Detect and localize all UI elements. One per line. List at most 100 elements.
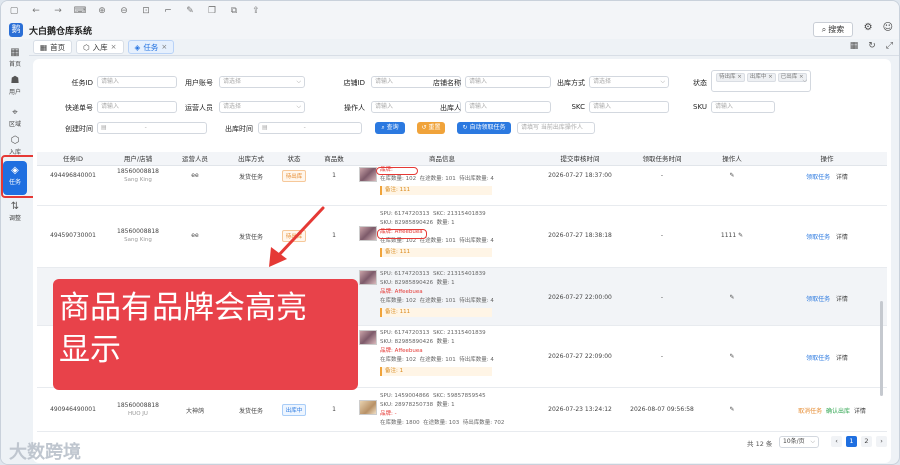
edit-icon[interactable]: ✎ [729, 353, 734, 360]
product-info: SPU: 6174720313 SKC: 21315401839 SKU: 82… [380, 271, 494, 317]
detail-link[interactable]: 详情 [836, 234, 848, 241]
next-page-button[interactable]: › [876, 436, 887, 447]
claim-task-link[interactable]: 领取任务 [806, 355, 830, 362]
cube-icon: ◈ [134, 42, 141, 52]
claim-task-link[interactable]: 领取任务 [806, 296, 830, 303]
reset-button[interactable]: ↺ 重置 [417, 122, 445, 134]
tab-home[interactable]: ▦ 首页 [33, 40, 73, 54]
table-scrollbar[interactable] [880, 301, 883, 396]
zoom-in-icon[interactable]: ⊕ [95, 6, 109, 16]
crop-icon[interactable]: ⌐ [161, 6, 175, 16]
product-image[interactable] [359, 226, 377, 241]
search-button[interactable]: ⌕ 搜索 [813, 22, 853, 37]
watermark: 大数跨境 [9, 442, 81, 463]
sidebar-item-adjust[interactable]: ⇅ 调整 [1, 201, 29, 225]
edit-icon[interactable]: ✎ [738, 232, 743, 239]
user-store: 18560008818 Sang King [117, 168, 159, 183]
product-image[interactable] [359, 270, 377, 285]
item-count: 1 [332, 406, 336, 413]
col-count: 商品数 [324, 155, 344, 163]
user-store: 18560008818 HUO JU [117, 402, 159, 417]
zoom-out-icon[interactable]: ⊖ [117, 6, 131, 16]
claim-task-link[interactable]: 领取任务 [806, 234, 830, 241]
operator-cell: ✎ [707, 172, 757, 179]
status-badge: 待出库 [273, 170, 315, 182]
action-links: 领取任务 详情 [777, 294, 877, 303]
brand-highlight-box [377, 229, 427, 239]
claim-task-link[interactable]: 领取任务 [806, 174, 830, 181]
sidebar-item-area[interactable]: ⌖ 区域 [1, 107, 29, 131]
confirm-outbound-link[interactable]: 确认出库 [826, 408, 850, 415]
cancel-task-link[interactable]: 取消任务 [798, 408, 822, 415]
method: 发货任务 [238, 408, 263, 415]
gear-icon[interactable]: ⚙ [864, 22, 873, 33]
share-icon[interactable]: ⇪ [249, 6, 263, 16]
tab-inbound[interactable]: ⬡ 入库 × [76, 40, 124, 54]
detail-link[interactable]: 详情 [836, 296, 848, 303]
edit-icon[interactable]: ✎ [729, 172, 734, 179]
fit-icon[interactable]: ⊡ [139, 6, 153, 16]
edit-icon[interactable]: ✎ [729, 294, 734, 301]
col-user-store: 用户/店铺 [123, 155, 153, 163]
copy-icon[interactable]: ⧉ [227, 6, 241, 16]
filter-label-outbound-method: 出库方式 [557, 79, 585, 87]
remark: 备注: 111 [380, 248, 492, 257]
operator-staff-select[interactable]: 请选择 ⌵ [219, 101, 305, 113]
back-icon[interactable]: ← [29, 6, 43, 16]
page-button[interactable]: 2 [861, 436, 872, 447]
expand-icon[interactable]: ⤢ [886, 41, 893, 51]
item-count: 1 [332, 232, 336, 239]
col-claim-time: 领取任务时间 [642, 155, 682, 163]
square-icon[interactable]: ▢ [7, 6, 21, 16]
product-image[interactable] [359, 167, 377, 182]
col-staff: 运营人员 [182, 155, 208, 163]
status-tag[interactable]: 待出库 × [716, 73, 745, 82]
filter-label-store-id: 店铺ID [343, 79, 365, 87]
keyboard-icon[interactable]: ⌨ [73, 6, 87, 16]
remark: 备注: 111 [380, 186, 492, 195]
product-image[interactable] [359, 400, 377, 415]
product-image[interactable] [359, 330, 377, 345]
auto-claim-button[interactable]: ↻ 自动领取任务 [457, 122, 511, 134]
col-product-info: 商品信息 [429, 155, 455, 163]
refresh-icon: ↻ [462, 124, 468, 131]
item-count: 1 [332, 172, 336, 179]
sidebar-item-home[interactable]: ▦ 首页 [1, 47, 29, 71]
filter-label-store-name: 店铺名称 [433, 79, 461, 87]
forward-icon[interactable]: → [51, 6, 65, 16]
close-icon[interactable]: × [111, 43, 117, 51]
prev-page-button[interactable]: ‹ [831, 436, 842, 447]
detail-link[interactable]: 详情 [854, 408, 866, 415]
tab-tasks[interactable]: ◈ 任务 × [127, 40, 175, 54]
created-time-range[interactable]: ▤ - [97, 122, 207, 134]
user-account-select[interactable]: 请选择 ⌵ [219, 76, 305, 88]
adjust-icon: ⇅ [10, 201, 20, 212]
edit-icon[interactable]: ✎ [183, 6, 197, 16]
outbound-time-range[interactable]: ▤ - [258, 122, 362, 134]
sku-input[interactable]: 请输入 [711, 101, 775, 113]
detail-link[interactable]: 详情 [836, 355, 848, 362]
user-avatar-icon[interactable]: ☺ [883, 22, 893, 33]
method: 发货任务 [238, 234, 263, 241]
calendar-icon: ▤ [101, 124, 107, 131]
page-size-select[interactable]: 10条/页 ⌵ [779, 436, 819, 448]
status-tag[interactable]: 出库中 × [746, 73, 776, 82]
layers-icon[interactable]: ❐ [205, 6, 219, 16]
query-button[interactable]: ⌕ 查询 [375, 122, 405, 134]
search-label: 搜索 [828, 25, 845, 34]
grid-icon[interactable]: ▦ [850, 41, 859, 51]
operator-cell: ✎ [707, 353, 757, 360]
sidebar-item-users[interactable]: ☗ 用户 [1, 75, 29, 99]
chevron-down-icon: ⌵ [802, 77, 807, 84]
total-count: 共 12 条 [747, 440, 773, 448]
refresh-icon[interactable]: ↻ [868, 41, 876, 51]
table-row: 490946490001 18560008818 HUO JU 大神鸽 发货任务 … [37, 388, 887, 432]
close-icon[interactable]: × [161, 43, 167, 51]
detail-link[interactable]: 详情 [836, 174, 848, 181]
edit-icon[interactable]: ✎ [729, 406, 734, 413]
page-button[interactable]: 1 [846, 436, 857, 447]
filter-label-sku: SKU [693, 103, 707, 111]
status-multiselect[interactable]: 待出库 × 出库中 × 已出库 × ⌵ [711, 70, 811, 92]
claim-time: - [660, 353, 664, 360]
operator-search-input[interactable]: 请填写 当前出库操作人 [517, 122, 595, 134]
